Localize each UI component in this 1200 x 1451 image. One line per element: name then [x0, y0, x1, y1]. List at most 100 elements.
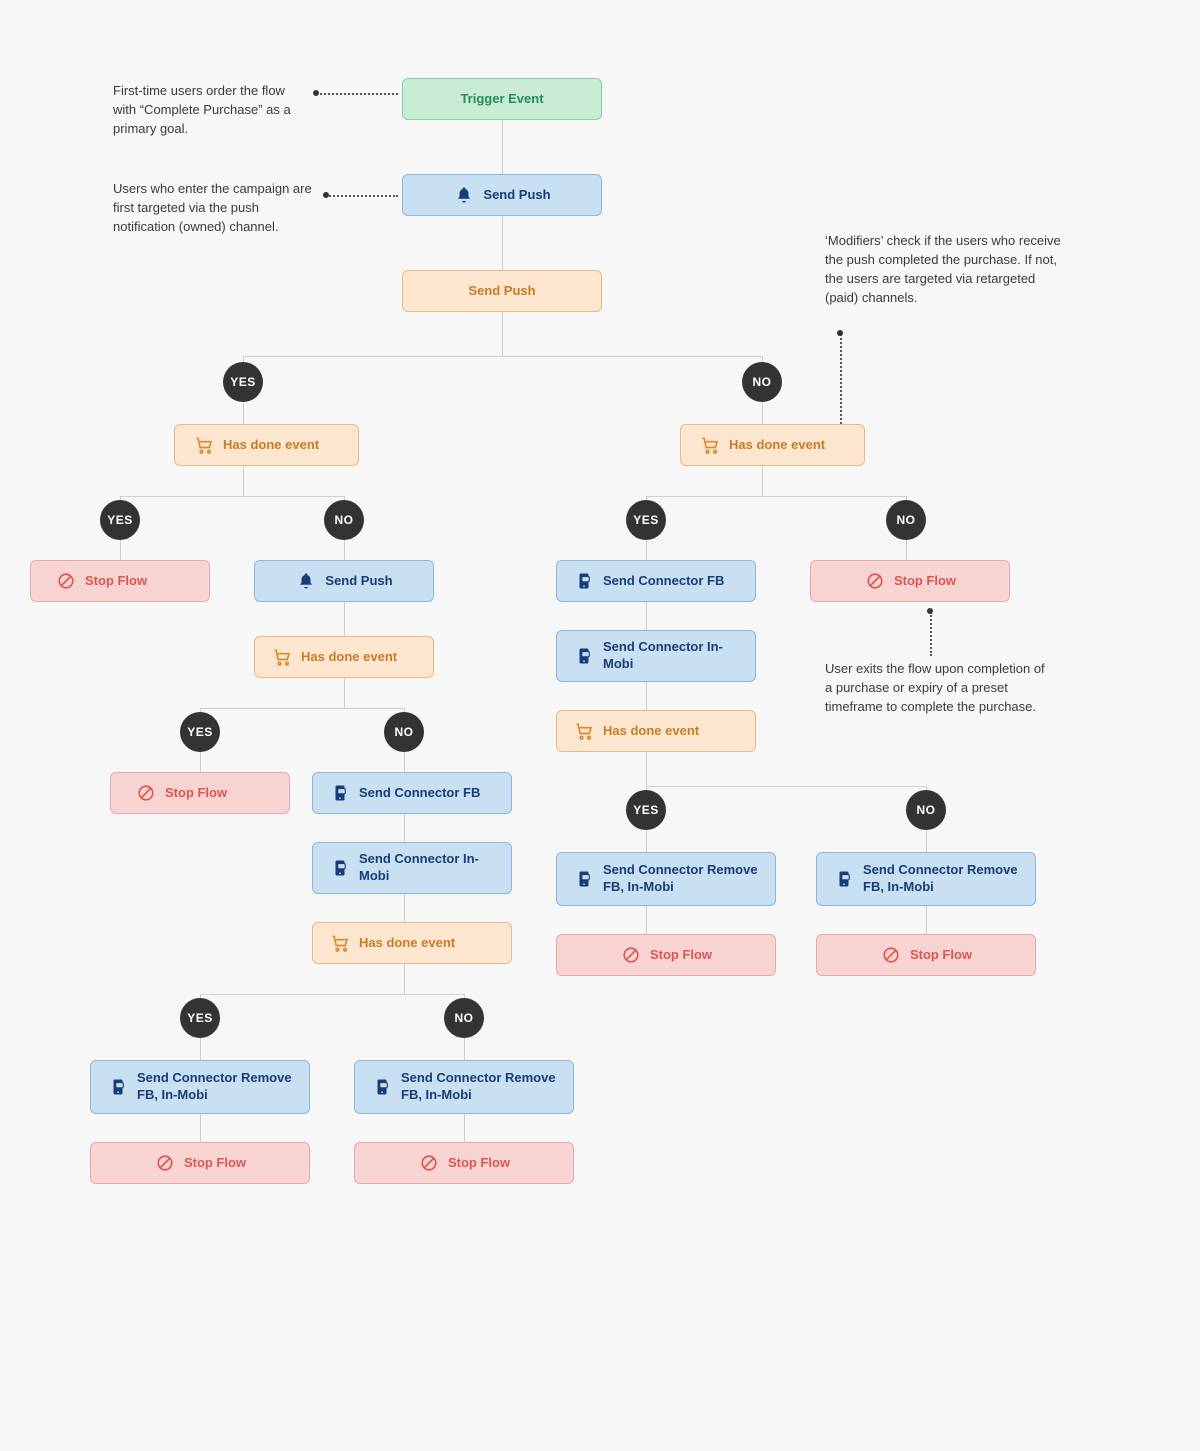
node-send-push-2: Send Push	[254, 560, 434, 602]
annotation-dot-4	[927, 608, 933, 614]
node-remove-left-no: Send Connector Remove FB, In-Mobi	[354, 1060, 574, 1114]
badge-label: YES	[187, 725, 213, 739]
badge-label: NO	[917, 803, 936, 817]
node-label: Stop Flow	[184, 1155, 246, 1172]
node-label: Send Push	[325, 573, 392, 590]
annotation-1: First-time users order the flow with “Co…	[113, 82, 308, 139]
node-label: Has done event	[223, 437, 319, 454]
node-stop-right-2b: Stop Flow	[816, 934, 1036, 976]
connector	[646, 906, 647, 934]
annotation-2: Users who enter the campaign are first t…	[113, 180, 323, 237]
badge-label: YES	[633, 803, 659, 817]
connector	[243, 402, 244, 424]
phone-icon	[371, 1076, 393, 1098]
stop-icon	[135, 782, 157, 804]
connector	[344, 602, 345, 636]
badge-yes: YES	[180, 998, 220, 1038]
annotation-3: ‘Modifiers’ check if the users who recei…	[825, 232, 1065, 307]
phone-icon	[573, 868, 595, 890]
flow-diagram: First-time users order the flow with “Co…	[0, 0, 1200, 1451]
stop-icon	[620, 944, 642, 966]
phone-icon	[573, 645, 595, 667]
badge-label: NO	[897, 513, 916, 527]
connector	[243, 356, 762, 357]
connector	[502, 120, 503, 174]
annotation-dotted-3	[840, 334, 842, 424]
connector	[646, 602, 647, 630]
node-label: Send Connector Remove FB, In-Mobi	[863, 862, 1021, 896]
node-send-inmobi-right: Send Connector In-Mobi	[556, 630, 756, 682]
badge-yes: YES	[180, 712, 220, 752]
node-remove-right-yes: Send Connector Remove FB, In-Mobi	[556, 852, 776, 906]
stop-icon	[154, 1152, 176, 1174]
phone-icon	[329, 857, 351, 879]
node-send-fb-left: Send Connector FB	[312, 772, 512, 814]
annotation-text: ‘Modifiers’ check if the users who recei…	[825, 233, 1061, 305]
node-label: Stop Flow	[910, 947, 972, 964]
node-has-done-right-2: Has done event	[556, 710, 756, 752]
annotation-dotted-4	[930, 612, 932, 656]
stop-icon	[880, 944, 902, 966]
badge-yes: YES	[223, 362, 263, 402]
connector	[404, 752, 405, 772]
node-label: Send Connector FB	[603, 573, 724, 590]
badge-no: NO	[384, 712, 424, 752]
connector	[464, 1114, 465, 1142]
annotation-4: User exits the flow upon completion of a…	[825, 660, 1055, 717]
annotation-dot-1	[313, 90, 319, 96]
phone-icon	[107, 1076, 129, 1098]
node-label: Stop Flow	[165, 785, 227, 802]
node-trigger-event: Trigger Event	[402, 78, 602, 120]
connector	[120, 496, 344, 497]
connector	[200, 994, 464, 995]
node-label: Trigger Event	[460, 91, 543, 108]
node-stop-left-1: Stop Flow	[30, 560, 210, 602]
node-label: Stop Flow	[85, 573, 147, 590]
connector	[404, 814, 405, 842]
node-label: Has done event	[729, 437, 825, 454]
node-label: Send Connector Remove FB, In-Mobi	[137, 1070, 295, 1104]
connector	[404, 964, 405, 994]
node-label: Send Push	[468, 283, 535, 300]
phone-icon	[833, 868, 855, 890]
node-stop-right-1: Stop Flow	[810, 560, 1010, 602]
annotation-text: Users who enter the campaign are first t…	[113, 181, 312, 234]
annotation-dotted-2	[326, 195, 398, 197]
badge-no: NO	[742, 362, 782, 402]
connector	[200, 752, 201, 772]
connector	[200, 1038, 201, 1060]
node-stop-left-2: Stop Flow	[110, 772, 290, 814]
cart-icon	[699, 434, 721, 456]
connector	[243, 466, 244, 496]
connector	[926, 830, 927, 852]
stop-icon	[864, 570, 886, 592]
connector	[646, 682, 647, 710]
node-has-done-left-3: Has done event	[312, 922, 512, 964]
node-stop-left-3a: Stop Flow	[90, 1142, 310, 1184]
phone-icon	[329, 782, 351, 804]
annotation-text: User exits the flow upon completion of a…	[825, 661, 1045, 714]
connector	[646, 496, 906, 497]
node-send-push-root: Send Push	[402, 174, 602, 216]
connector	[200, 1114, 201, 1142]
node-label: Stop Flow	[448, 1155, 510, 1172]
badge-label: NO	[455, 1011, 474, 1025]
node-label: Send Connector Remove FB, In-Mobi	[401, 1070, 559, 1104]
badge-yes: YES	[100, 500, 140, 540]
connector	[404, 894, 405, 922]
cart-icon	[193, 434, 215, 456]
annotation-dot-2	[323, 192, 329, 198]
connector	[646, 540, 647, 560]
badge-no: NO	[886, 500, 926, 540]
phone-icon	[573, 570, 595, 592]
node-remove-left-yes: Send Connector Remove FB, In-Mobi	[90, 1060, 310, 1114]
connector	[502, 216, 503, 270]
node-label: Send Connector Remove FB, In-Mobi	[603, 862, 761, 896]
connector	[646, 786, 926, 787]
badge-no: NO	[444, 998, 484, 1038]
annotation-dotted-1	[316, 93, 398, 95]
connector	[762, 402, 763, 424]
cart-icon	[573, 720, 595, 742]
connector	[762, 466, 763, 496]
node-has-done-right: Has done event	[680, 424, 865, 466]
